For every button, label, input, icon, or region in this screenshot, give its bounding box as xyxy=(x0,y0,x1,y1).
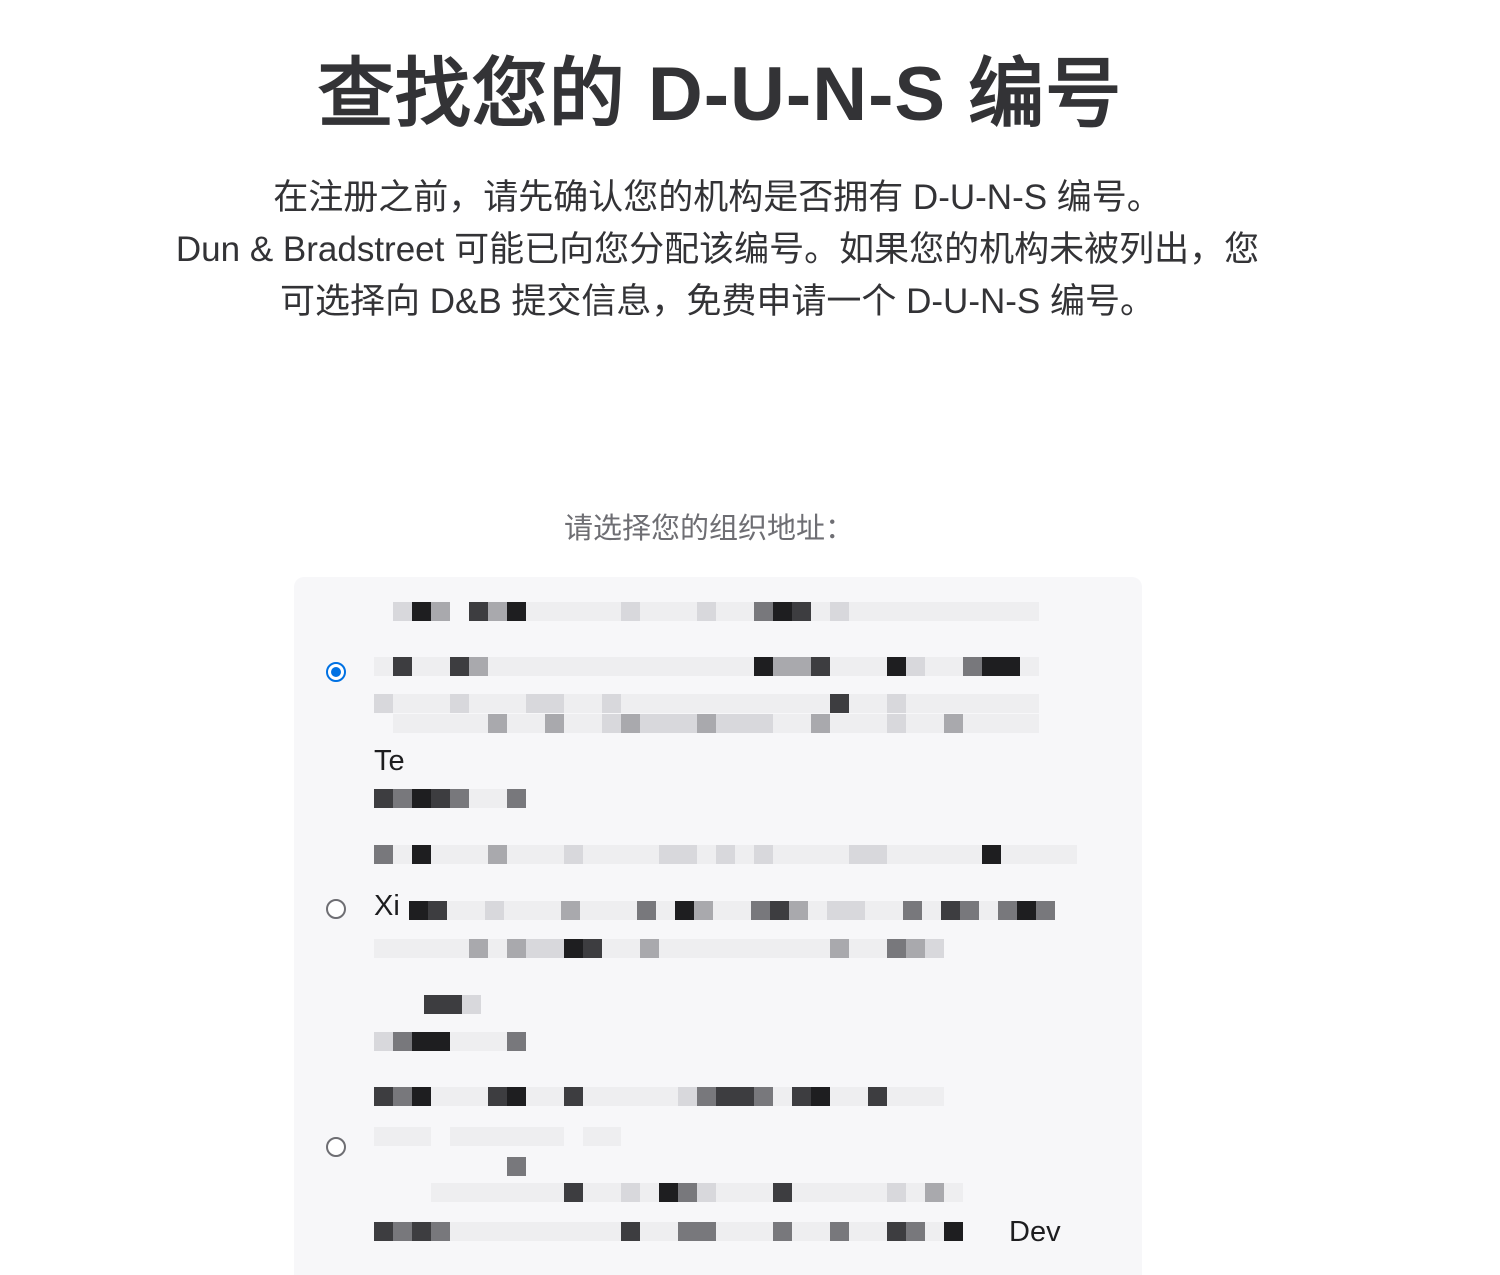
address-option-3-radio[interactable] xyxy=(326,1137,346,1157)
intro-line-2: Dun & Bradstreet 可能已向您分配该编号。如果您的机构未被列出，您 xyxy=(175,230,1260,269)
redacted-text xyxy=(374,694,1039,714)
redacted-text xyxy=(507,1157,526,1177)
address-select-label: 请选择您的组织地址： xyxy=(563,513,854,545)
intro-line-3: 可选择向 D&B 提交信息，免费申请一个 D-U-N-S 编号。 xyxy=(279,282,1155,321)
address-option-2-radio[interactable] xyxy=(326,899,346,919)
redacted-text xyxy=(424,995,481,1015)
address-options-panel: Te Xi Dev xyxy=(294,577,1142,1275)
redacted-text xyxy=(409,901,1055,921)
redacted-text xyxy=(374,714,1039,734)
address-option-1-radio[interactable] xyxy=(326,662,346,682)
address-option-3[interactable]: Dev xyxy=(294,1097,1142,1275)
redacted-text xyxy=(374,939,944,959)
address-option-1-fragment: Te xyxy=(374,745,405,777)
intro-line-1: 在注册之前，请先确认您的机构是否拥有 D-U-N-S 编号。 xyxy=(273,178,1162,217)
redacted-text xyxy=(374,657,1039,677)
redacted-text xyxy=(374,1183,963,1203)
page-title: 查找您的 D-U-N-S 编号 xyxy=(317,52,1123,137)
address-option-3-fragment: Dev xyxy=(1009,1216,1061,1248)
address-option-2[interactable]: Xi xyxy=(294,877,1142,1106)
redacted-text xyxy=(374,845,1077,865)
redacted-text xyxy=(374,1127,621,1147)
redacted-text xyxy=(374,1032,526,1052)
redacted-text xyxy=(374,1222,963,1242)
redacted-text xyxy=(374,789,526,809)
redacted-text xyxy=(374,602,1039,622)
intro-paragraph: 在注册之前，请先确认您的机构是否拥有 D-U-N-S 编号。 Dun & Bra… xyxy=(130,172,1305,328)
address-option-1[interactable]: Te xyxy=(294,577,1142,877)
duns-lookup-page: 查找您的 D-U-N-S 编号 在注册之前，请先确认您的机构是否拥有 D-U-N… xyxy=(0,0,1500,1275)
